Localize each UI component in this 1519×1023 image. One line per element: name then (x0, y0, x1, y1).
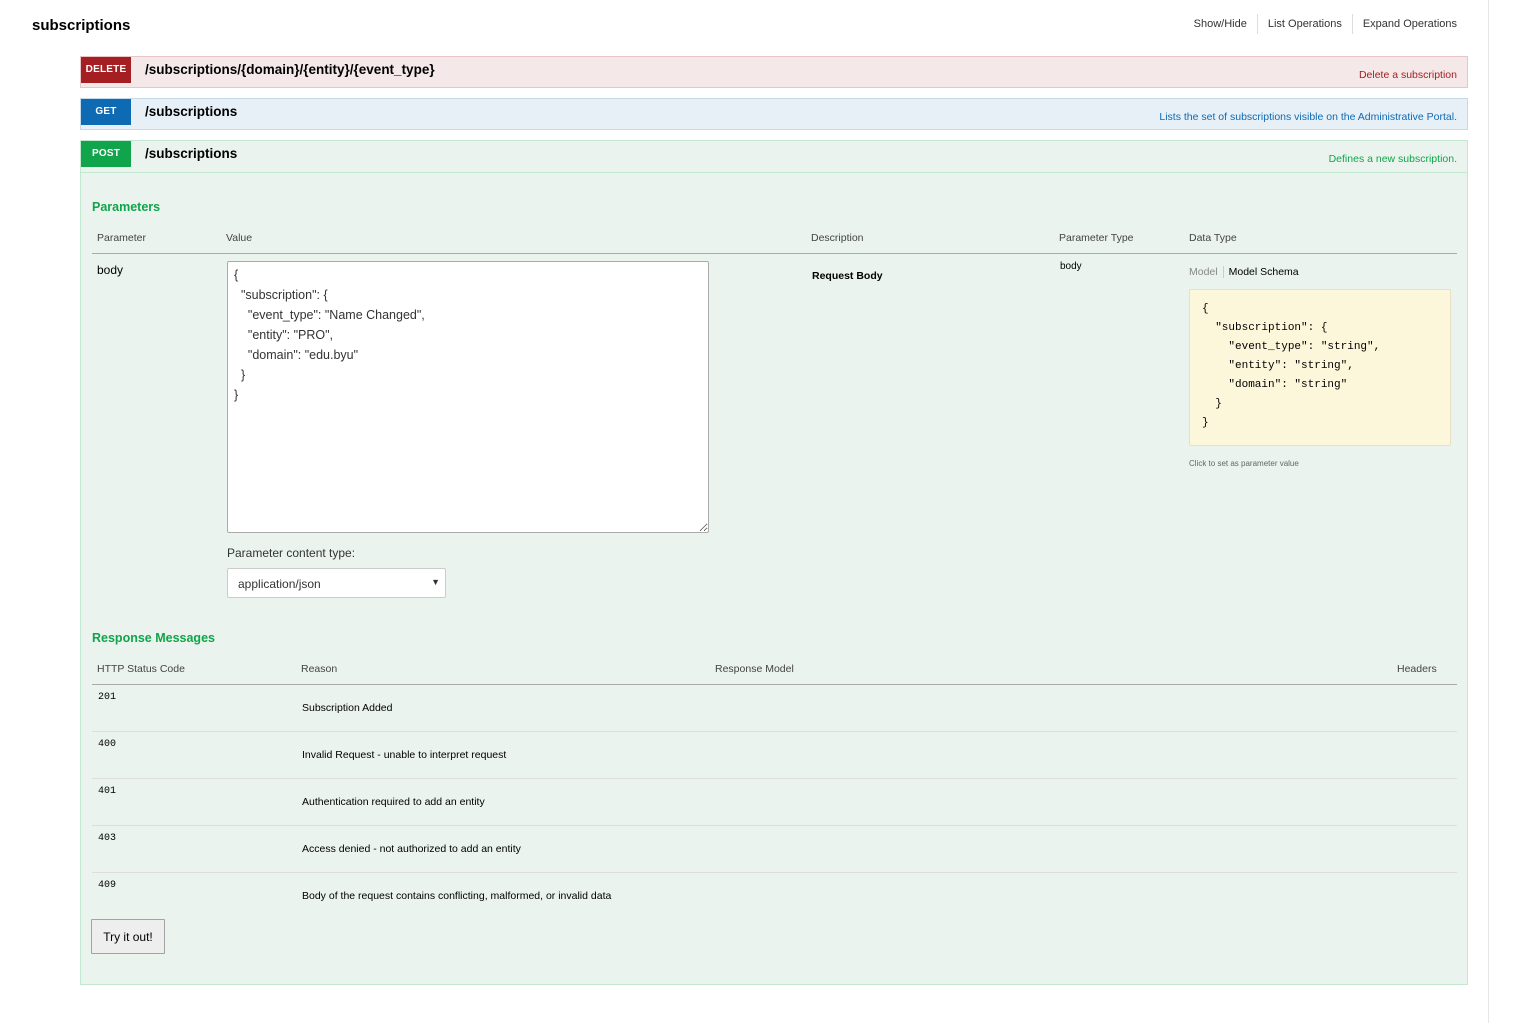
body-value-textarea[interactable]: { "subscription": { "event_type": "Name … (227, 261, 709, 533)
operation-get: GET /subscriptions Lists the set of subs… (80, 98, 1468, 130)
status-reason: Authentication required to add an entity (302, 796, 485, 808)
row-divider (92, 825, 1457, 826)
status-reason: Subscription Added (302, 702, 393, 714)
parameters-title: Parameters (92, 200, 161, 214)
resp-col-headers: Headers (1397, 663, 1437, 675)
tab-model[interactable]: Model (1189, 266, 1224, 278)
resp-col-status-code: HTTP Status Code (97, 663, 185, 675)
content-type-value: application/json (238, 577, 321, 591)
operation-path[interactable]: /subscriptions/{domain}/{entity}/{event_… (145, 62, 435, 77)
method-badge-delete[interactable]: DELETE (81, 57, 131, 83)
show-hide-link[interactable]: Show/Hide (1184, 14, 1257, 34)
param-col-parameter: Parameter (97, 232, 147, 244)
status-reason: Invalid Request - unable to interpret re… (302, 749, 507, 761)
tab-model-schema[interactable]: Model Schema (1229, 266, 1304, 278)
param-col-description: Description (811, 232, 864, 244)
try-it-out-button[interactable]: Try it out! (91, 919, 165, 954)
chevron-down-icon: ▼ (431, 577, 440, 587)
method-badge-post[interactable]: POST (81, 141, 131, 167)
row-divider (92, 872, 1457, 873)
operation-path[interactable]: /subscriptions (145, 146, 237, 161)
status-reason: Access denied - not authorized to add an… (302, 843, 521, 855)
resp-col-response-model: Response Model (715, 663, 794, 675)
param-description: Request Body (812, 270, 883, 282)
content-type-select[interactable]: application/json ▼ (227, 568, 446, 598)
param-header-divider (92, 253, 1457, 254)
resp-col-reason: Reason (301, 663, 338, 675)
method-badge-get[interactable]: GET (81, 99, 131, 125)
content-type-label: Parameter content type: (227, 546, 356, 560)
status-code: 201 (98, 692, 117, 703)
expand-operations-link[interactable]: Expand Operations (1351, 14, 1467, 34)
operation-header[interactable]: POST /subscriptions Defines a new subscr… (81, 141, 1467, 171)
vertical-scrollbar[interactable] (1488, 0, 1519, 1023)
status-code: 409 (98, 880, 117, 891)
operation-header[interactable]: DELETE /subscriptions/{domain}/{entity}/… (81, 57, 1467, 87)
param-type-value: body (1060, 261, 1082, 272)
resource-actions: Show/Hide List Operations Expand Operati… (1184, 14, 1467, 34)
operation-summary[interactable]: Delete a subscription (1359, 69, 1457, 81)
param-col-parameter-type: Parameter Type (1059, 232, 1134, 244)
status-code: 401 (98, 786, 117, 797)
operation-summary[interactable]: Lists the set of subscriptions visible o… (1159, 111, 1457, 123)
param-col-value: Value (226, 232, 253, 244)
model-schema-box[interactable]: { "subscription": { "event_type": "strin… (1189, 289, 1451, 446)
list-operations-link[interactable]: List Operations (1256, 14, 1352, 34)
row-divider (92, 778, 1457, 779)
response-messages-title: Response Messages (92, 631, 215, 645)
operation-header[interactable]: GET /subscriptions Lists the set of subs… (81, 99, 1467, 129)
resp-header-divider (92, 684, 1457, 685)
operation-content: Parameters Parameter Value Description P… (81, 172, 1467, 984)
operation-path[interactable]: /subscriptions (145, 104, 237, 119)
row-divider (92, 731, 1457, 732)
param-name-body: body (97, 263, 124, 277)
status-code: 400 (98, 739, 117, 750)
operation-post: POST /subscriptions Defines a new subscr… (80, 140, 1468, 985)
status-reason: Body of the request contains conflicting… (302, 890, 612, 902)
operation-summary[interactable]: Defines a new subscription. (1329, 153, 1457, 165)
model-tabs: Model Model Schema (1189, 266, 1304, 278)
param-col-data-type: Data Type (1189, 232, 1237, 244)
operation-delete: DELETE /subscriptions/{domain}/{entity}/… (80, 56, 1468, 88)
schema-hint: Click to set as parameter value (1189, 459, 1299, 468)
status-code: 403 (98, 833, 117, 844)
resource-title[interactable]: subscriptions (32, 17, 130, 34)
